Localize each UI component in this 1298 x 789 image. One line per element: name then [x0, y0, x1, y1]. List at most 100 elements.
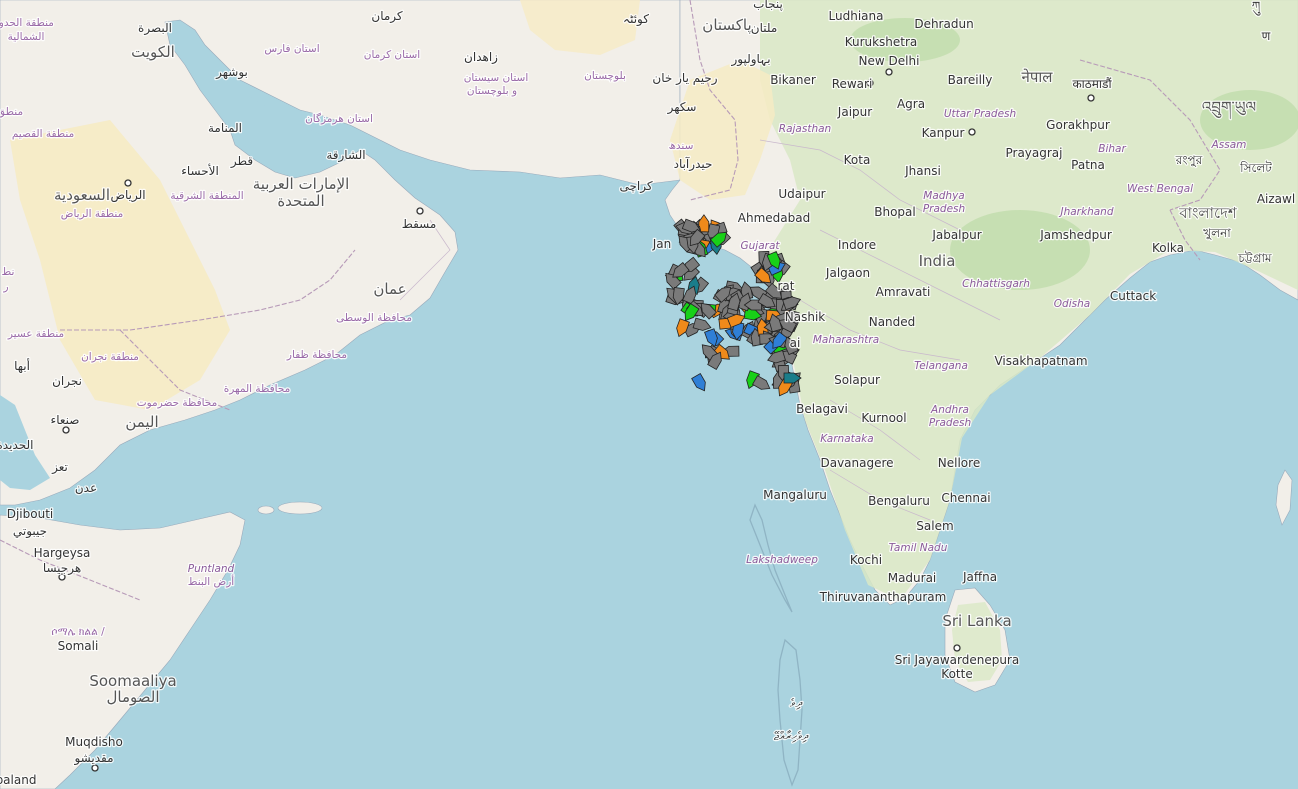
quetta-label: كوئٹہ	[623, 12, 649, 27]
multan-label: ملتان	[751, 21, 778, 35]
salem-label: Salem	[916, 519, 953, 533]
india-label-label: India	[919, 252, 956, 270]
sri-lanka-label-label: Sri Lanka	[942, 612, 1011, 630]
cuttack-label: Cuttack	[1110, 289, 1156, 303]
patna-label: Patna	[1071, 158, 1105, 172]
agra-label: Agra	[897, 97, 925, 111]
udaipur-label: Udaipur	[778, 187, 825, 201]
kotte-label: Kotte	[941, 667, 972, 681]
riyadh-region-label: منطقة الرياض	[61, 208, 123, 220]
hadramaut-label: محافظة حضرموت	[137, 397, 218, 409]
jhansi-label: Jhansi	[904, 164, 941, 178]
sanaa-label: صنعاء	[51, 413, 80, 427]
kerman-province-label: استان کرمان	[364, 49, 420, 61]
kolkata-label: Kolka	[1152, 241, 1184, 255]
bahawalpur-label: بہاولپور	[730, 52, 770, 67]
taiz-label: تعز	[51, 460, 68, 475]
mangaluru-label: Mangaluru	[763, 488, 827, 502]
hargeysa-ar-label: هرجيسا	[43, 561, 81, 576]
jabalpur-label: Jabalpur	[931, 228, 981, 242]
oman-label-label: عمان	[373, 280, 406, 298]
aizawl-label: Aizawl	[1257, 192, 1295, 206]
sindh-label: سندھ	[669, 140, 694, 152]
bhopal-label: Bhopal	[874, 205, 915, 219]
basra-label: البصرة	[138, 21, 172, 36]
somali-label-label: Somali	[58, 639, 99, 653]
surat-partial-label: rat	[778, 279, 795, 293]
maharashtra-label: Maharashtra	[813, 334, 879, 346]
mahra-label: محافظة المهرة	[224, 383, 291, 395]
nellore-label: Nellore	[938, 456, 980, 470]
pakistan-label-label: پاکستان	[702, 16, 751, 35]
madhya-pradesh-1-label: Madhya	[923, 190, 964, 202]
riyadh-label: الرياض	[110, 188, 145, 203]
eastern-province-label: المنطقة الشرقية	[170, 190, 243, 202]
najran-label: نجران	[52, 374, 82, 389]
northern-region-2-label: الشمالية	[8, 31, 45, 43]
saudi-label-label: السعودية	[54, 186, 110, 204]
solapur-label: Solapur	[834, 373, 880, 387]
andhra-2-label: Pradesh	[929, 417, 971, 429]
gorakhpur-label: Gorakhpur	[1046, 118, 1110, 132]
prayagraj-label: Prayagraj	[1005, 146, 1062, 160]
karnataka-label: Karnataka	[820, 433, 873, 445]
kochi-label: Kochi	[850, 553, 882, 567]
tamil-nadu-label: Tamil Nadu	[889, 542, 948, 554]
ahsa-label: الأحساء	[181, 163, 219, 178]
zahedan-label: زاهدان	[464, 50, 498, 65]
karachi-label: کراچی	[619, 179, 652, 194]
madhya-pradesh-2-label: Pradesh	[923, 203, 965, 215]
hyderabad-pk-label: حیدرآباد	[674, 156, 713, 172]
bangladesh-label-label: বাংলাদেশ	[1178, 204, 1238, 222]
nashik-label: Nashik	[785, 310, 826, 324]
jaffna-label: Jaffna	[962, 570, 997, 584]
rahim-yar-khan-label: رحیم یار خان	[652, 71, 717, 86]
sri-jayawardenepura-label: Sri Jayawardenepura	[895, 653, 1019, 667]
abha-label: أبها	[14, 358, 30, 373]
gujarat-label: Gujarat	[740, 240, 780, 252]
map-canvas[interactable]: Ludhiana Dehradun Kurukshetra New Delhi Bika…	[0, 0, 1298, 789]
rajasthan-label: Rajasthan	[779, 123, 831, 135]
telangana-label: Telangana	[914, 360, 968, 372]
sylhet-label: সিলেট	[1239, 161, 1272, 175]
sharjah-label: الشارقة	[326, 148, 365, 163]
ludhiana-label: Ludhiana	[829, 9, 884, 23]
qatar-label: قطر	[230, 154, 253, 169]
kathmandu-label: काठमाडौं	[1072, 77, 1112, 91]
thiruvananthapuram-label: Thiruvananthapuram	[819, 590, 947, 604]
new-delhi-label: New Delhi	[859, 54, 920, 68]
muqdisho-ar-label: مقديشو	[73, 751, 113, 766]
dhofar-label: محافظة ظفار	[286, 349, 347, 361]
northern-region-1-label: منطقة الحدود	[0, 17, 54, 29]
maldives-2-label: ދިވެހިރާއްޖޭ	[774, 729, 810, 743]
chennai-label: Chennai	[941, 491, 990, 505]
nepal-label-label: नेपाल	[1022, 68, 1054, 86]
somali-ethiopic-label: ሶማሌ ክልል /	[51, 626, 105, 638]
kanpur-label: Kanpur	[922, 126, 965, 140]
ahmedabad-label: Ahmedabad	[738, 211, 810, 225]
uttar-pradesh-label: Uttar Pradesh	[944, 108, 1016, 120]
bushehr-label: بوشهر	[215, 65, 248, 80]
manama-label: المنامة	[208, 121, 242, 135]
jharkhand-label: Jharkhand	[1059, 206, 1114, 218]
jam-partial-label: Jan	[652, 237, 672, 251]
jalgaon-label: Jalgaon	[825, 266, 870, 280]
hargeysa-label: Hargeysa	[34, 546, 91, 560]
mumbai-partial-label: ai	[790, 336, 801, 350]
somalia-ar-label-label: الصومال	[107, 688, 160, 706]
muscat-label: مسقط	[402, 217, 437, 231]
al-partial-2-label: نط	[2, 266, 15, 278]
davanagere-label: Davanagere	[820, 456, 893, 470]
socotra-island	[277, 501, 323, 515]
sukkur-label: سکھر	[667, 100, 697, 115]
kuwait-label-label: الكويت	[131, 43, 175, 61]
bikaner-label: Bikaner	[770, 73, 816, 87]
hormozgan-label: استان هرمزگان	[305, 112, 373, 125]
jamshedpur-label: Jamshedpur	[1039, 228, 1112, 242]
rangpur-label: রংপুর	[1175, 153, 1203, 168]
muqdisho-label: Muqdisho	[65, 735, 123, 749]
fars-label: استان فارس	[264, 43, 319, 55]
uae-label-2-label: المتحدة	[277, 192, 324, 210]
andhra-1-label: Andhra	[930, 404, 969, 416]
west-bengal-label: West Bengal	[1127, 183, 1193, 195]
